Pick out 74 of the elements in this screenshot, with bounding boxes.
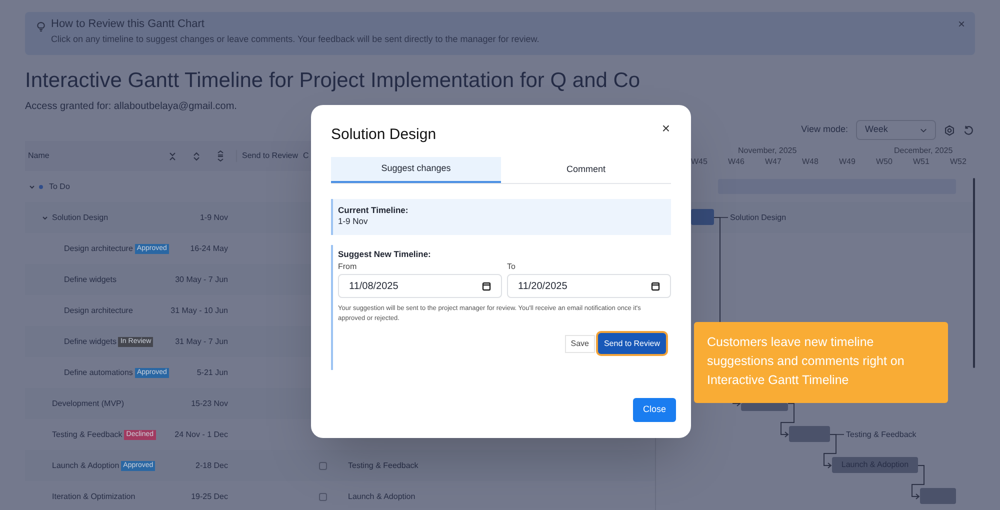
task-name: Define widgets	[64, 274, 116, 286]
week-label: W47	[765, 156, 782, 168]
chevron-down-icon	[920, 128, 927, 132]
send-button[interactable]: Send to Review	[598, 333, 666, 354]
task-dates: 1-9 Nov	[200, 212, 228, 224]
calendar-icon[interactable]	[482, 282, 491, 290]
expand-all-icon[interactable]	[217, 150, 224, 162]
date-field[interactable]: 11/08/2025	[338, 274, 502, 298]
connector-arrow	[780, 403, 794, 438]
task-dates: 24 Nov - 1 Dec	[174, 428, 228, 440]
task-dates: 19-25 Dec	[191, 490, 228, 502]
task-name: Solution Design	[52, 212, 108, 224]
month-label: November, 2025	[738, 145, 797, 157]
column-header: Name	[28, 150, 50, 162]
month-label: December, 2025	[894, 145, 953, 157]
task-name: Define automations	[64, 366, 133, 378]
task-dates: 2-18 Dec	[196, 460, 228, 472]
column-header: C	[303, 150, 309, 162]
task-dates: 30 May - 7 Jun	[175, 274, 228, 286]
bar-label: Solution Design	[730, 212, 786, 224]
task-name: Testing & Feedback	[52, 428, 122, 440]
task-name: Design architecture	[64, 242, 133, 254]
scrollbar[interactable]	[973, 178, 975, 368]
save-button[interactable]: Save	[564, 335, 595, 353]
task-name: Iteration & Optimization	[52, 490, 136, 502]
caret-icon[interactable]	[42, 216, 48, 220]
dependency-text: Launch & Adoption	[348, 490, 416, 502]
field-label: From	[338, 261, 358, 273]
week-label: W48	[802, 156, 818, 168]
refresh-icon[interactable]	[963, 124, 974, 136]
field-label: To	[507, 261, 516, 273]
collapse-icon[interactable]	[169, 152, 176, 160]
week-label: W49	[839, 156, 856, 168]
lightbulb-icon	[35, 20, 47, 32]
task-dates: 16-24 May	[190, 242, 228, 254]
task-name: Launch & Adoption	[52, 460, 120, 472]
date-field[interactable]: 11/20/2025	[507, 274, 671, 298]
task-dates: 5-21 Jun	[196, 366, 228, 378]
close-dialog-button[interactable]: Close	[632, 398, 676, 422]
banner-title: How to Review this Gantt Chart	[51, 18, 206, 31]
bar-label: Testing & Feedback	[846, 429, 916, 441]
expand-icon[interactable]	[193, 152, 200, 160]
view-mode-label: View mode:	[801, 123, 848, 136]
task-name: Design architecture	[64, 304, 133, 316]
task-name: Define widgets	[64, 336, 116, 348]
checkbox[interactable]	[319, 492, 327, 500]
connector-arrow	[824, 434, 836, 468]
week-label: W50	[876, 156, 892, 168]
caret-icon[interactable]	[29, 184, 35, 188]
calendar-icon[interactable]	[651, 282, 660, 290]
task-name: Development (MVP)	[52, 398, 124, 410]
week-label: W51	[913, 156, 930, 168]
access-text: Access granted for: allaboutbelaya@gmail.com.	[25, 101, 238, 113]
dependency-text: Testing & Feedback	[348, 460, 418, 472]
task-dates: 15-23 Nov	[191, 398, 228, 410]
week-label: W52	[950, 156, 966, 168]
panel-heading: Current Timeline:	[338, 205, 410, 216]
tab[interactable]: Suggest changes	[331, 157, 501, 183]
page-title: Interactive Gantt Timeline for Project Implementation for Q and Co	[25, 68, 642, 94]
panel-heading: Suggest New Timeline:	[338, 249, 432, 260]
callout-tooltip: Customers leave new timeline suggestions and comments right on Interactive Gantt Timeline	[694, 322, 948, 403]
timeline-value: 1-9 Nov	[338, 216, 369, 227]
connector-arrow	[912, 465, 924, 500]
dialog-title: Solution Design	[331, 125, 436, 145]
banner-text: Click on any timeline to suggest changes or leave comments. Your feedback will be sent directly to the manager for review.	[51, 33, 540, 45]
checkbox[interactable]	[319, 462, 327, 470]
task-dates: 31 May - 7 Jun	[175, 336, 228, 348]
close-button[interactable]: ×	[662, 121, 670, 135]
column-header: Send to Review	[236, 150, 298, 162]
week-label: W45	[691, 156, 708, 168]
settings-icon[interactable]	[944, 124, 955, 136]
task-name: To Do	[49, 180, 70, 192]
week-label: W46	[728, 156, 744, 168]
task-dates: 31 May - 10 Jun	[170, 304, 228, 316]
